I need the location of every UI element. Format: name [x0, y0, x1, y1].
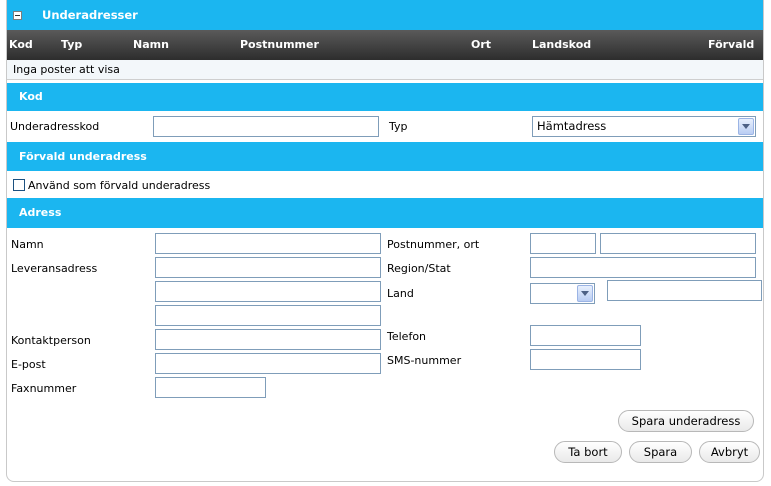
ta-bort-button[interactable]: Ta bort	[554, 441, 622, 463]
avbryt-button[interactable]: Avbryt	[699, 441, 760, 463]
region-label: Region/Stat	[387, 262, 451, 275]
spara-button[interactable]: Spara	[629, 441, 692, 463]
kontaktperson-label: Kontaktperson	[11, 334, 91, 347]
column-kod[interactable]: Kod	[9, 30, 33, 60]
epost-input[interactable]	[155, 353, 381, 374]
panel-title: Underadresser	[42, 8, 138, 22]
ort-input[interactable]	[600, 233, 756, 254]
empty-text: Inga poster att visa	[13, 63, 120, 76]
forvald-checkbox-label: Använd som förvald underadress	[28, 179, 211, 192]
faxnummer-label: Faxnummer	[11, 382, 77, 395]
section-header-forvald: Förvald underadress	[7, 142, 763, 171]
column-namn[interactable]: Namn	[133, 30, 169, 60]
telefon-input[interactable]	[530, 325, 641, 346]
panel-header: Underadresser	[7, 0, 763, 30]
leveransadress-input-1[interactable]	[155, 257, 381, 278]
leveransadress-input-2[interactable]	[155, 281, 381, 302]
typ-selected-value: Hämtadress	[537, 119, 607, 133]
namn-input[interactable]	[155, 233, 381, 254]
table-empty-row: Inga poster att visa	[7, 60, 763, 80]
land-select[interactable]	[530, 283, 595, 304]
underadresskod-input[interactable]	[153, 116, 379, 137]
telefon-label: Telefon	[387, 330, 427, 343]
postnummer-ort-label: Postnummer, ort	[387, 238, 480, 251]
land-input[interactable]	[607, 280, 762, 301]
chevron-down-icon[interactable]	[577, 285, 593, 302]
underadresskod-label: Underadresskod	[10, 120, 100, 133]
column-ort[interactable]: Ort	[471, 30, 491, 60]
leveransadress-input-3[interactable]	[155, 305, 381, 326]
spara-underadress-button[interactable]: Spara underadress	[618, 410, 754, 432]
column-postnummer[interactable]: Postnummer	[240, 30, 319, 60]
namn-label: Namn	[11, 238, 44, 251]
column-typ[interactable]: Typ	[61, 30, 82, 60]
collapse-icon[interactable]	[13, 11, 22, 20]
section-title-forvald: Förvald underadress	[19, 150, 147, 163]
kontaktperson-input[interactable]	[155, 329, 381, 350]
land-label: Land	[387, 287, 414, 300]
typ-label: Typ	[389, 120, 408, 133]
sms-label: SMS-nummer	[387, 354, 462, 367]
typ-select[interactable]: Hämtadress	[532, 116, 756, 137]
faxnummer-input[interactable]	[155, 377, 266, 398]
section-title-kod: Kod	[19, 90, 43, 103]
column-landskod[interactable]: Landskod	[532, 30, 591, 60]
chevron-down-icon[interactable]	[738, 118, 754, 135]
region-input[interactable]	[530, 257, 756, 278]
section-header-adress: Adress	[7, 198, 763, 228]
column-forvald[interactable]: Förvald	[708, 30, 754, 60]
epost-label: E-post	[11, 358, 46, 371]
leveransadress-label: Leveransadress	[11, 262, 98, 275]
sms-input[interactable]	[530, 349, 641, 370]
forvald-checkbox[interactable]	[13, 179, 25, 191]
section-title-adress: Adress	[19, 206, 62, 219]
table-header: Kod Typ Namn Postnummer Ort Landskod För…	[7, 30, 763, 60]
section-header-kod: Kod	[7, 83, 763, 111]
postnummer-input[interactable]	[530, 233, 596, 254]
